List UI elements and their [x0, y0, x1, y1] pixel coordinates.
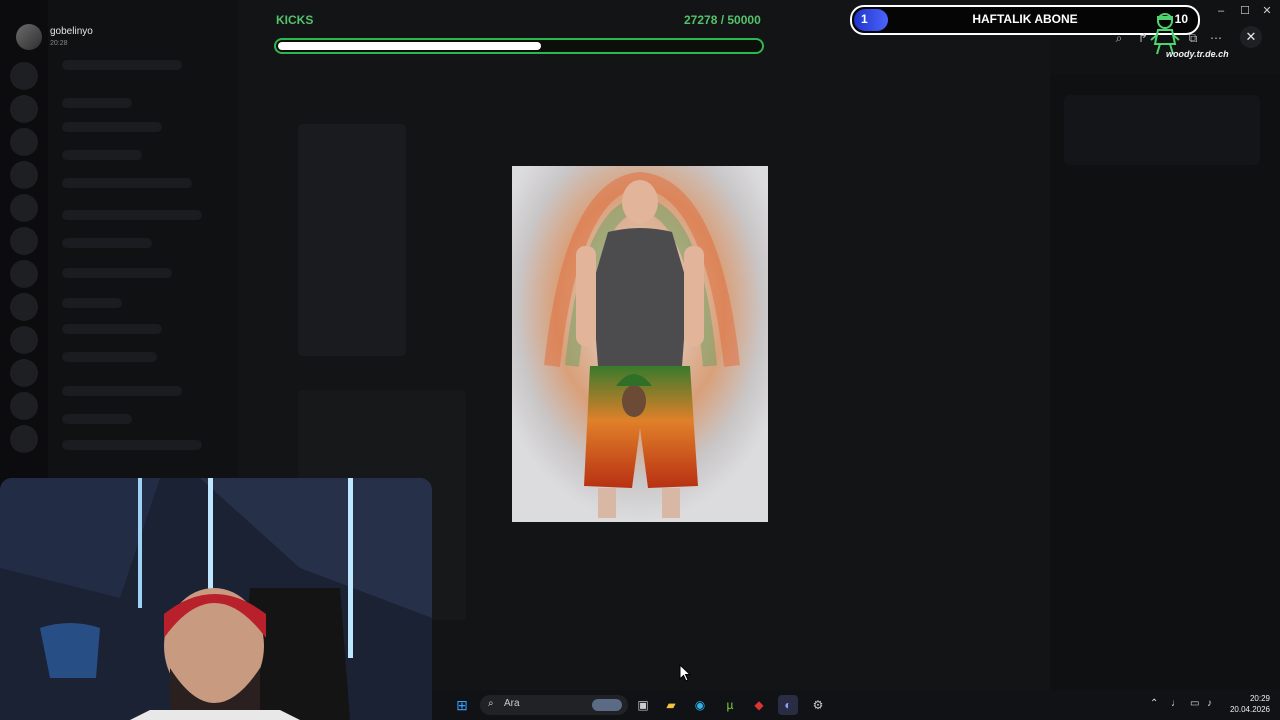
kicks-progress-bar	[274, 38, 764, 54]
discord-icon[interactable]: ◐	[778, 695, 798, 715]
kicks-progress-fill	[278, 42, 541, 50]
volume-icon[interactable]: ♪	[1207, 698, 1212, 709]
task-view-icon[interactable]: ▣	[633, 695, 653, 715]
webcam-feed	[0, 478, 432, 720]
utorrent-icon[interactable]: µ	[720, 695, 740, 715]
game-icon[interactable]: ◆	[749, 695, 769, 715]
user-timestamp: 20:28	[50, 40, 68, 47]
main-image[interactable]	[512, 166, 768, 522]
more-icon[interactable]: ⋯	[1207, 30, 1225, 46]
mascot-text: woody.tr.de.ch	[1166, 49, 1229, 59]
windows-start-icon[interactable]: ⊞	[452, 695, 472, 715]
kicks-label: KICKS	[276, 13, 314, 27]
forward-icon[interactable]: ↱	[1134, 30, 1152, 46]
avatar	[16, 24, 42, 50]
clock-date[interactable]: 20.04.2026	[1222, 705, 1270, 714]
user-name: gobelinyo	[50, 26, 93, 37]
user-block: gobelinyo 20:28	[16, 24, 236, 52]
member-panel-dimmed	[1050, 75, 1280, 690]
window-close-button[interactable]: ✕	[1258, 4, 1276, 18]
mouse-cursor-icon	[679, 664, 691, 682]
chevron-up-icon[interactable]: ⌃	[1150, 698, 1158, 709]
weekly-sub-title: HAFTALIK ABONE	[972, 12, 1078, 26]
search-box[interactable]: ⌕ Ara	[480, 695, 628, 715]
file-explorer-icon[interactable]: ▰	[661, 695, 681, 715]
search-highlight-icon	[592, 699, 622, 711]
steam-icon[interactable]: ⚙	[808, 695, 828, 715]
clock-time[interactable]: 20:29	[1240, 694, 1270, 703]
maximize-button[interactable]: ☐	[1236, 4, 1254, 18]
microphone-icon[interactable]: ♩	[1171, 698, 1181, 709]
search-placeholder: Ara	[504, 698, 520, 709]
minimize-button[interactable]: –	[1212, 4, 1230, 18]
zoom-icon[interactable]: ⌕	[1110, 30, 1128, 46]
network-icon[interactable]: ▭	[1190, 698, 1199, 709]
search-icon: ⌕	[488, 698, 494, 709]
viewer-close-button[interactable]: ✕	[1240, 26, 1262, 48]
kicks-count: 27278 / 50000	[684, 13, 761, 27]
edge-icon[interactable]: ◉	[690, 695, 710, 715]
open-external-icon[interactable]: ⧉	[1184, 30, 1202, 46]
